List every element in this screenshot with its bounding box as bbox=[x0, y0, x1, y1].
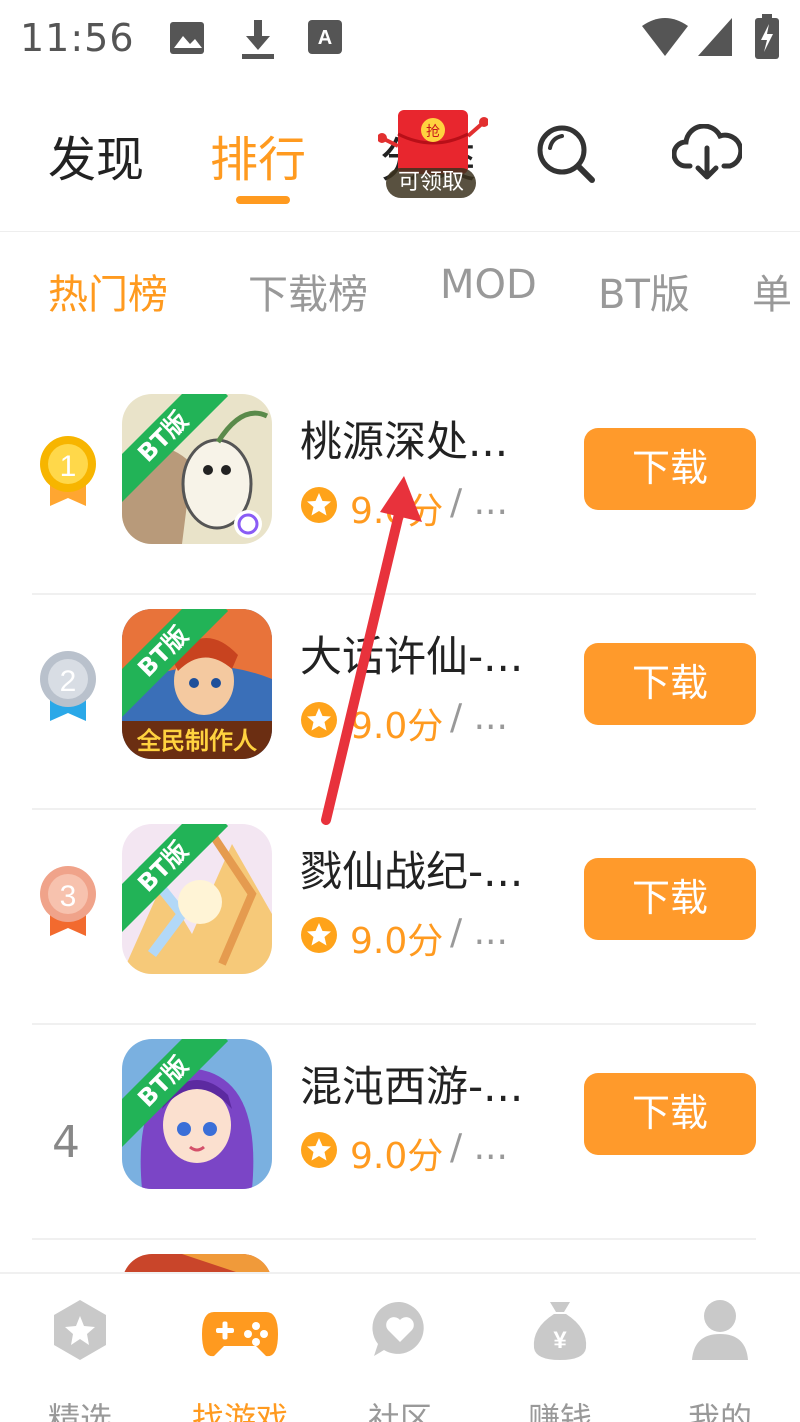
image-icon bbox=[170, 22, 204, 54]
tab-ranking[interactable]: 排行 bbox=[210, 120, 306, 190]
cloud-download-icon[interactable] bbox=[672, 124, 742, 182]
svg-text:¥: ¥ bbox=[553, 1327, 567, 1354]
game-score: 9.0分 bbox=[350, 491, 444, 532]
game-score: 9.0分 bbox=[350, 706, 444, 747]
game-score: 9.0分 bbox=[350, 921, 444, 962]
star-icon bbox=[301, 917, 337, 953]
rank-number: 4 bbox=[52, 1117, 80, 1168]
bottom-tab-community[interactable]: 社区 bbox=[340, 1294, 460, 1422]
bottom-tab-label: 精选 bbox=[47, 1400, 112, 1422]
gamepad-icon bbox=[202, 1312, 278, 1357]
status-time: 11:56 bbox=[20, 16, 135, 60]
star-icon bbox=[301, 487, 337, 523]
star-icon bbox=[301, 1132, 337, 1168]
game-name[interactable]: 桃源深处... bbox=[300, 408, 540, 469]
star-hexagon-icon bbox=[54, 1300, 106, 1360]
game-icon[interactable]: BT版 bbox=[122, 1039, 272, 1189]
rank-number: 1 bbox=[60, 450, 77, 483]
bottom-tab-label: 找游戏 bbox=[191, 1400, 288, 1422]
status-bar: 11:56 A bbox=[0, 0, 800, 80]
list-item[interactable]: 2 全民制作人 BT版 大话许仙-... 9.0分 / ... 下载 bbox=[0, 595, 800, 810]
list-item[interactable]: 3 BT版 戮仙战纪-... 9.0分 / ... 下载 bbox=[0, 810, 800, 1025]
svg-text:全民制作人: 全民制作人 bbox=[136, 727, 257, 755]
bottom-tab-find-games[interactable]: 找游戏 bbox=[180, 1294, 300, 1422]
tab-discover[interactable]: 发现 bbox=[48, 120, 144, 190]
game-icon[interactable]: 全民制作人 BT版 bbox=[122, 609, 272, 759]
download-icon bbox=[242, 20, 274, 59]
game-icon[interactable]: BT版 bbox=[122, 824, 272, 974]
game-extra: / ... bbox=[450, 1127, 508, 1168]
active-tab-indicator bbox=[236, 196, 290, 204]
rank-number: 2 bbox=[60, 665, 77, 698]
star-icon bbox=[301, 702, 337, 738]
download-button[interactable]: 下载 bbox=[584, 643, 756, 725]
red-packet-badge[interactable]: 抢 可领取 bbox=[377, 108, 489, 198]
game-score: 9.0分 bbox=[350, 1136, 444, 1177]
cat-tab-mod[interactable]: MOD bbox=[440, 262, 537, 308]
download-button[interactable]: 下载 bbox=[584, 858, 756, 940]
signal-icon bbox=[698, 18, 732, 56]
cat-tab-hot[interactable]: 热门榜 bbox=[48, 262, 168, 320]
bottom-tab-profile[interactable]: 我的 bbox=[660, 1294, 780, 1422]
search-icon[interactable] bbox=[534, 122, 598, 186]
header-divider bbox=[0, 231, 800, 232]
download-button[interactable]: 下载 bbox=[584, 1073, 756, 1155]
red-packet-grab-text: 抢 bbox=[426, 123, 440, 140]
battery-charging-icon bbox=[755, 14, 779, 59]
download-button[interactable]: 下载 bbox=[584, 428, 756, 510]
bottom-navigation: 精选 找游戏 社区 ¥ 赚钱 我的 bbox=[0, 1272, 800, 1422]
cat-tab-single[interactable]: 单 bbox=[752, 262, 792, 320]
svg-text:A: A bbox=[318, 27, 332, 49]
keyboard-a-icon: A bbox=[308, 20, 342, 54]
bronze-medal-icon: 3 bbox=[40, 866, 96, 936]
top-navigation: 发现 排行 分类 抢 可领取 bbox=[0, 90, 800, 230]
game-extra: / ... bbox=[450, 697, 508, 738]
list-item[interactable]: 4 BT版 混沌西游-... 9.0分 / ... 下载 bbox=[0, 1025, 800, 1240]
bottom-tab-label: 社区 bbox=[367, 1400, 432, 1422]
game-name[interactable]: 戮仙战纪-... bbox=[300, 838, 540, 899]
rank-number: 3 bbox=[60, 880, 77, 913]
red-packet-label: 可领取 bbox=[386, 168, 476, 198]
wifi-icon bbox=[642, 18, 688, 56]
money-bag-icon: ¥ bbox=[533, 1302, 587, 1360]
category-tabs: 热门榜 下载榜 MOD BT版 单 bbox=[0, 250, 800, 330]
game-name[interactable]: 混沌西游-... bbox=[300, 1053, 540, 1114]
bottom-tab-earn[interactable]: ¥ 赚钱 bbox=[500, 1294, 620, 1422]
silver-medal-icon: 2 bbox=[40, 651, 96, 721]
list-item[interactable]: 1 BT版 桃源深处... 9.0分 / ... 下载 bbox=[0, 380, 800, 595]
game-extra: / ... bbox=[450, 482, 508, 523]
game-icon[interactable]: BT版 bbox=[122, 394, 272, 544]
cat-tab-bt[interactable]: BT版 bbox=[598, 262, 690, 320]
bottom-tab-label: 我的 bbox=[687, 1400, 752, 1422]
chat-heart-icon bbox=[372, 1301, 424, 1356]
bottom-tab-label: 赚钱 bbox=[527, 1400, 592, 1422]
cat-tab-downloads[interactable]: 下载榜 bbox=[248, 262, 368, 320]
bottom-tab-featured[interactable]: 精选 bbox=[20, 1294, 140, 1422]
game-name[interactable]: 大话许仙-... bbox=[300, 623, 540, 684]
user-icon bbox=[692, 1300, 748, 1360]
game-extra: / ... bbox=[450, 912, 508, 953]
gold-medal-icon: 1 bbox=[40, 436, 96, 506]
